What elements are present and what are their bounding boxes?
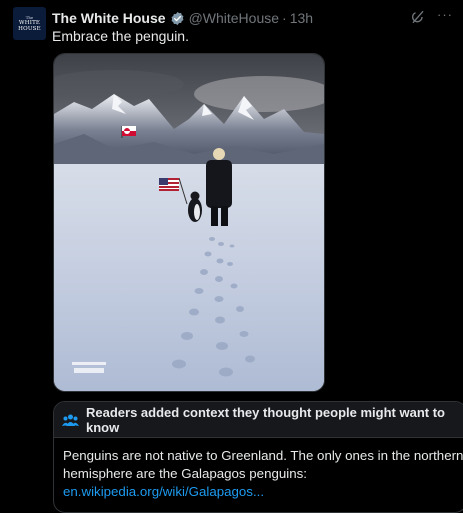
verified-badge-icon[interactable] <box>170 11 185 26</box>
avatar-text-house: HOUSE <box>18 26 41 32</box>
community-note-header[interactable]: Readers added context they thought peopl… <box>54 402 463 438</box>
tweet-header: The White House @WhiteHouse · 13h ··· <box>52 7 453 28</box>
more-options-icon[interactable]: ··· <box>437 7 453 22</box>
separator-dot: · <box>282 10 287 26</box>
account-name[interactable]: The White House <box>52 10 166 26</box>
grok-icon[interactable] <box>410 9 426 28</box>
community-note: Readers added context they thought peopl… <box>53 401 463 513</box>
avatar[interactable]: The WHITE HOUSE <box>13 7 46 40</box>
community-note-link[interactable]: en.wikipedia.org/wiki/Galapagos... <box>63 483 463 501</box>
account-handle[interactable]: @WhiteHouse <box>189 10 279 26</box>
tweet-text: Embrace the penguin. <box>52 28 189 44</box>
tweet-timestamp[interactable]: 13h <box>290 10 313 26</box>
community-note-line-1: Penguins are not native to Greenland. Th… <box>63 448 463 463</box>
tweet-image[interactable] <box>53 53 325 392</box>
community-note-title: Readers added context they thought peopl… <box>86 404 445 435</box>
community-note-line-2: hemisphere are the Galapagos penguins: <box>63 466 307 481</box>
community-note-body: Penguins are not native to Greenland. Th… <box>54 438 463 501</box>
readers-icon <box>62 413 79 427</box>
penguin-scene-image <box>54 54 324 391</box>
